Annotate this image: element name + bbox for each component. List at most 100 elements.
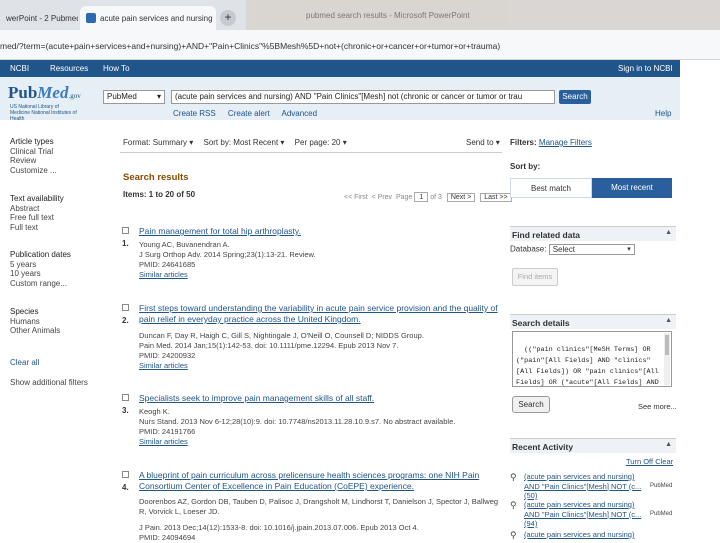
- search-input[interactable]: (acute pain services and nursing) AND "P…: [171, 90, 555, 104]
- database-dropdown[interactable]: Select ▾: [548, 244, 635, 255]
- chevron-down-icon: ▾: [627, 246, 631, 253]
- send-to-dropdown[interactable]: Send to ▾: [466, 138, 500, 147]
- database-label: Database:: [510, 244, 547, 254]
- resources-menu[interactable]: Resources: [50, 64, 88, 73]
- page-of-label: of 3: [430, 193, 442, 201]
- search-icon: ⚲: [510, 472, 517, 482]
- address-bar[interactable]: med/?term=(acute+pain+services+and+nursi…: [0, 30, 720, 60]
- database-row: Database: Select ▾: [510, 244, 635, 255]
- turn-off-link[interactable]: Turn Off: [626, 457, 653, 466]
- url-text[interactable]: med/?term=(acute+pain+services+and+nursi…: [0, 38, 700, 54]
- result-authors: Keogh K.: [139, 407, 170, 416]
- advanced-link[interactable]: Advanced: [282, 109, 318, 118]
- filter-full-text[interactable]: Full text: [10, 223, 110, 233]
- signin-link[interactable]: Sign in to NCBI: [618, 64, 673, 73]
- first-page-link[interactable]: << First: [344, 194, 368, 201]
- filter-heading: Article types: [10, 137, 54, 146]
- show-additional-filters-link[interactable]: Show additional filters: [10, 378, 110, 388]
- manage-filters-link[interactable]: Manage Filters: [539, 138, 592, 147]
- result-title-link[interactable]: A blueprint of pain curriculum across pr…: [139, 470, 499, 492]
- result-title-link[interactable]: Pain management for total hip arthroplas…: [139, 226, 499, 237]
- clear-all-link[interactable]: Clear all: [10, 358, 110, 368]
- result-authors: Young AC, Buvanendran A.: [139, 240, 230, 249]
- result-checkbox[interactable]: [122, 394, 129, 401]
- result-checkbox[interactable]: [122, 471, 129, 478]
- create-rss-link[interactable]: Create RSS: [173, 109, 216, 118]
- ncbi-header: NCBI Resources How To Sign in to NCBI: [0, 60, 680, 77]
- filter-free-full-text[interactable]: Free full text: [10, 213, 110, 223]
- see-more-link[interactable]: See more...: [638, 402, 677, 411]
- filter-custom-range[interactable]: Custom range...: [10, 279, 110, 289]
- next-page-button[interactable]: Next >: [446, 192, 476, 202]
- result-journal: Nurs Stand. 2013 Nov 6-12;28(10):9. doi:…: [139, 417, 456, 426]
- filter-abstract[interactable]: Abstract: [10, 204, 110, 214]
- textarea-scrollbar[interactable]: [664, 333, 670, 385]
- search-icon: ⚲: [510, 500, 517, 510]
- filter-review[interactable]: Review: [10, 156, 110, 166]
- clear-link[interactable]: Clear: [655, 457, 673, 466]
- result-journal: Pain Med. 2014 Jan;15(1):142-53. doi: 10…: [139, 341, 399, 350]
- pubmed-logo[interactable]: PubMed.gov: [8, 83, 81, 103]
- filter-group-species: Species Humans Other Animals: [10, 307, 110, 336]
- result-title-link[interactable]: First steps toward understanding the var…: [139, 303, 499, 325]
- result-authors: Duncan F, Day R, Haigh C, Gill S, Nighti…: [139, 331, 424, 340]
- results-toolbar: Format: Summary ▾ Sort by: Most Recent ▾…: [123, 138, 355, 147]
- most-recent-button[interactable]: Most recent: [592, 178, 672, 198]
- search-details-button[interactable]: Search: [512, 396, 550, 413]
- similar-articles-link[interactable]: Similar articles: [139, 270, 499, 280]
- result-journal: J Pain. 2013 Dec;14(12):1533-8. doi: 10.…: [139, 523, 419, 532]
- collapse-icon[interactable]: ▲: [665, 317, 672, 324]
- collapse-icon[interactable]: ▲: [665, 229, 672, 236]
- filter-clinical-trial[interactable]: Clinical Trial: [10, 147, 110, 157]
- search-results-heading: Search results: [123, 172, 189, 183]
- page-blank-margin: [680, 60, 720, 540]
- filter-heading: Species: [10, 307, 39, 316]
- browser-tab-powerpoint[interactable]: werPoint - 2 Pubmed ✕: [0, 6, 78, 30]
- find-related-data-header[interactable]: Find related data ▲: [510, 226, 676, 241]
- last-page-button[interactable]: Last >>: [480, 192, 512, 202]
- similar-articles-link[interactable]: Similar articles: [139, 361, 499, 371]
- result-checkbox[interactable]: [122, 227, 129, 234]
- result-authors: Doorenbos AZ, Gordon DB, Tauben D, Palis…: [139, 497, 499, 516]
- close-tab-icon[interactable]: ✕: [213, 13, 216, 24]
- help-link[interactable]: Help: [655, 109, 671, 118]
- create-alert-link[interactable]: Create alert: [228, 109, 270, 118]
- result-pmid: PMID: 24200932: [139, 351, 196, 360]
- search-details-header[interactable]: Search details ▲: [510, 314, 676, 329]
- result-checkbox[interactable]: [122, 304, 129, 311]
- similar-articles-link[interactable]: Similar articles: [139, 437, 499, 447]
- search-details-textarea[interactable]: (("pain clinics"[MeSH Terms] OR ("pain"[…: [512, 331, 672, 387]
- format-dropdown[interactable]: Format: Summary ▾: [123, 138, 193, 147]
- howto-menu[interactable]: How To: [103, 64, 130, 73]
- filter-10-years[interactable]: 10 years: [10, 269, 110, 279]
- ncbi-home-link[interactable]: NCBI: [10, 64, 29, 73]
- best-match-button[interactable]: Best match: [510, 178, 592, 198]
- collapse-icon[interactable]: ▲: [665, 441, 672, 448]
- find-items-button[interactable]: Find items: [512, 268, 558, 286]
- filter-5-years[interactable]: 5 years: [10, 260, 110, 270]
- per-page-dropdown[interactable]: Per page: 20 ▾: [295, 138, 347, 147]
- browser-tab-pubmed[interactable]: acute pain services and nursing ✕: [80, 6, 216, 30]
- database-select[interactable]: PubMed ▾: [103, 90, 165, 104]
- filter-other-animals[interactable]: Other Animals: [10, 326, 110, 336]
- items-count: Items: 1 to 20 of 50: [123, 190, 196, 199]
- search-sublinks: Create RSS Create alert Advanced: [173, 109, 327, 118]
- new-tab-button[interactable]: +: [220, 10, 236, 26]
- result-number: 2.: [122, 316, 129, 325]
- page-number-input[interactable]: 1: [414, 192, 429, 202]
- activity-controls: Turn Off Clear: [626, 457, 673, 466]
- filter-heading: Publication dates: [10, 250, 71, 259]
- recent-activity-header[interactable]: Recent Activity ▲: [510, 438, 676, 453]
- sort-dropdown[interactable]: Sort by: Most Recent ▾: [203, 138, 284, 147]
- result-title-link[interactable]: Specialists seek to improve pain managem…: [139, 393, 499, 404]
- filter-humans[interactable]: Humans: [10, 317, 110, 327]
- result-pmid: PMID: 24641685: [139, 260, 196, 269]
- result-journal: J Surg Orthop Adv. 2014 Spring;23(1):13-…: [139, 250, 316, 259]
- result-pmid: PMID: 24094694: [139, 533, 196, 542]
- search-button[interactable]: Search: [559, 90, 591, 104]
- filter-customize[interactable]: Customize ...: [10, 166, 110, 176]
- tab-label: werPoint - 2 Pubmed: [6, 13, 78, 23]
- prev-page-link[interactable]: < Prev: [372, 194, 392, 201]
- sort-by-label: Sort by:: [510, 162, 541, 171]
- tab-label: acute pain services and nursing: [100, 13, 213, 23]
